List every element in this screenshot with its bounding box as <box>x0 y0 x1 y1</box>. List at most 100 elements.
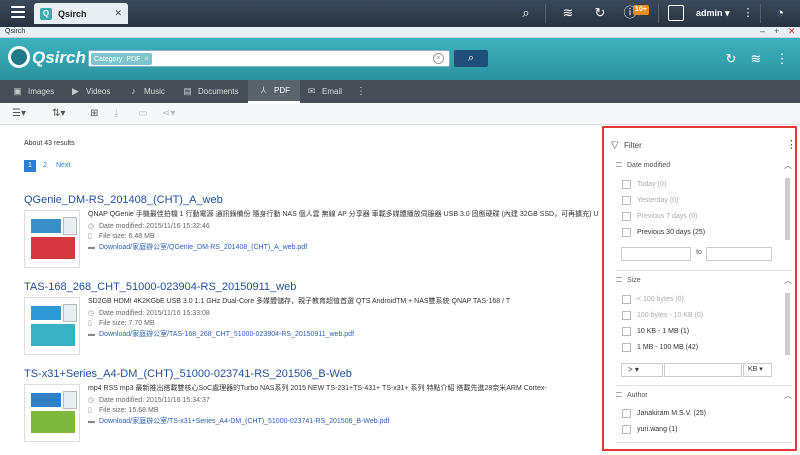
author-option[interactable]: Janakiram M.S.V. (25) <box>622 409 706 418</box>
page-1-button[interactable]: 1 <box>24 160 36 172</box>
checkbox[interactable] <box>622 196 631 205</box>
dashboard-icon[interactable]: ◔ <box>772 5 788 21</box>
checkbox[interactable] <box>622 212 631 221</box>
checkbox[interactable] <box>622 327 631 336</box>
result-snippet: SD2GB HDMI 4K2KGbE USB 3.0 1.1 GHz Dual-… <box>88 298 511 305</box>
stack-settings-icon[interactable]: ≋ <box>747 50 765 68</box>
chip-label: Category <box>94 55 123 63</box>
view-list-icon[interactable]: ☰▾ <box>12 107 26 121</box>
author-header[interactable]: Author <box>616 392 648 399</box>
next-page-link[interactable]: Next <box>56 160 70 172</box>
checkbox[interactable] <box>622 295 631 304</box>
checkbox[interactable] <box>622 228 631 237</box>
date-modified-header[interactable]: Date modified <box>616 162 670 169</box>
scrollbar[interactable] <box>785 178 790 240</box>
tab-label: Email <box>322 87 343 96</box>
share-icon[interactable]: ⋖▾ <box>162 107 175 121</box>
folder-icon: ▬ <box>88 418 95 425</box>
checkbox[interactable] <box>622 343 631 352</box>
tab-images[interactable]: ▣ Images <box>12 80 54 103</box>
tab-music[interactable]: ♪ Music <box>128 80 165 103</box>
minimize-icon[interactable]: – <box>760 26 765 36</box>
open-folder-icon[interactable]: ▭ <box>138 107 147 121</box>
tab-pdf[interactable]: ⅄ PDF <box>248 80 300 103</box>
option-label: < 100 bytes (0) <box>637 296 684 303</box>
result-path: ▬ Download/家庭辦公室/TAS-168_268_CHT_51000-02… <box>88 329 354 339</box>
maximize-icon[interactable]: + <box>774 26 779 36</box>
close-window-icon[interactable]: ✕ <box>788 26 796 37</box>
search-input[interactable]: Category PDF × × <box>88 50 450 67</box>
more-options-icon[interactable]: ⋮ <box>740 5 756 21</box>
checkbox[interactable] <box>622 311 631 320</box>
main-menu-icon[interactable] <box>11 6 25 18</box>
chevron-up-icon[interactable]: ︿ <box>784 275 792 286</box>
user-name: admin <box>696 8 723 18</box>
size-option[interactable]: < 100 bytes (0) <box>622 295 684 304</box>
path-link[interactable]: Download/家庭辦公室/TAS-168_268_CHT_51000-023… <box>99 331 354 338</box>
tab-videos[interactable]: ▶ Videos <box>70 80 110 103</box>
user-menu[interactable]: admin ▾ <box>696 8 730 19</box>
result-thumbnail[interactable] <box>24 384 80 442</box>
result-toolbar: ☰▾ ⇅▾ ⊞ ⤓ ▭ ⋖▾ <box>0 103 800 125</box>
size-option[interactable]: 1 MB - 100 MB (42) <box>622 343 698 352</box>
os-taskbar: Q Qsirch ✕ ⌕ ≋ ↻ ⓘ 10+ admin ▾ ⋮ ◔ <box>0 0 800 27</box>
filter-more-icon[interactable]: ⋮ <box>786 138 797 151</box>
more-options-icon[interactable]: ⋮ <box>773 50 791 68</box>
size-text: File size: 6.48 MB <box>99 233 155 240</box>
page-2-link[interactable]: 2 <box>40 160 50 172</box>
refresh-icon[interactable]: ↻ <box>722 50 740 68</box>
filter-panel: ▽ Filter ⋮ Date modified ︿ Today (0) Yes… <box>602 126 797 451</box>
section-heading: Author <box>627 392 648 399</box>
date-from-input[interactable] <box>621 247 691 261</box>
app-tab-qsirch[interactable]: Q Qsirch ✕ <box>34 3 128 24</box>
size-unit-select[interactable]: KB ▾ <box>743 363 772 377</box>
category-chip[interactable]: Category PDF × <box>91 53 152 65</box>
option-label: 1 MB - 100 MB (42) <box>637 344 699 351</box>
date-option[interactable]: Previous 30 days (25) <box>622 228 705 237</box>
chevron-up-icon[interactable]: ︿ <box>784 160 792 171</box>
date-to-input[interactable] <box>706 247 772 261</box>
size-option[interactable]: 10 KB - 1 MB (1) <box>622 327 689 336</box>
result-thumbnail[interactable] <box>24 297 80 355</box>
music-icon: ♪ <box>131 86 136 96</box>
result-title-link[interactable]: QGenie_DM-RS_201408_(CHT)_A_web <box>24 194 223 206</box>
scrollbar[interactable] <box>785 293 790 355</box>
path-link[interactable]: Download/家庭辦公室/QGenie_DM-RS_201408_(CHT)… <box>99 244 307 251</box>
checkbox[interactable] <box>622 180 631 189</box>
search-icon[interactable]: ⌕ <box>518 5 534 21</box>
size-value-input[interactable] <box>664 363 742 377</box>
sync-icon[interactable]: ↻ <box>592 5 608 21</box>
date-option[interactable]: Yesterday (0) <box>622 196 678 205</box>
result-count: About 43 results <box>24 140 75 147</box>
option-label: Yesterday (0) <box>637 197 679 204</box>
clear-search-icon[interactable]: × <box>433 53 444 64</box>
size-operator-select[interactable]: > ▾ <box>621 363 663 377</box>
date-option[interactable]: Previous 7 days (0) <box>622 212 697 221</box>
result-item: QGenie_DM-RS_201408_(CHT)_A_web QNAP QGe… <box>24 194 598 272</box>
checkbox[interactable] <box>622 425 631 434</box>
author-option[interactable]: yuri.wang (1) <box>622 425 677 434</box>
result-title-link[interactable]: TAS-168_268_CHT_51000-023904-RS_20150911… <box>24 281 296 293</box>
chevron-up-icon[interactable]: ︿ <box>784 390 792 401</box>
divider <box>616 270 792 271</box>
select-all-icon[interactable]: ⊞ <box>90 107 98 121</box>
close-tab-icon[interactable]: ✕ <box>114 8 122 19</box>
camera-icon: ▣ <box>13 86 22 96</box>
search-button[interactable]: ⌕ <box>454 50 488 67</box>
path-link[interactable]: Download/家庭辦公室/TS-x31+Series_A4-DM_(CHT)… <box>99 418 389 425</box>
tab-documents[interactable]: ▤ Documents <box>182 80 238 103</box>
download-icon[interactable]: ⤓ <box>114 107 118 121</box>
stack-icon[interactable]: ≋ <box>560 5 576 21</box>
sort-icon[interactable]: ⇅▾ <box>52 107 65 121</box>
result-snippet: QNAP QGenie 手機最佳拍檔 1 行動電源 通訊錄備份 隨身行動 NAS… <box>88 211 599 218</box>
more-tabs-icon[interactable]: ⋮ <box>356 80 366 103</box>
size-header[interactable]: Size <box>616 277 641 284</box>
user-avatar-icon[interactable] <box>668 5 684 21</box>
date-option[interactable]: Today (0) <box>622 180 666 189</box>
checkbox[interactable] <box>622 409 631 418</box>
result-title-link[interactable]: TS-x31+Series_A4-DM_(CHT)_51000-023741-R… <box>24 368 352 380</box>
size-option[interactable]: 100 bytes - 10 KB (0) <box>622 311 703 320</box>
result-thumbnail[interactable] <box>24 210 80 268</box>
tab-email[interactable]: ✉ Email <box>306 80 342 103</box>
chip-remove-icon[interactable]: × <box>144 56 148 63</box>
